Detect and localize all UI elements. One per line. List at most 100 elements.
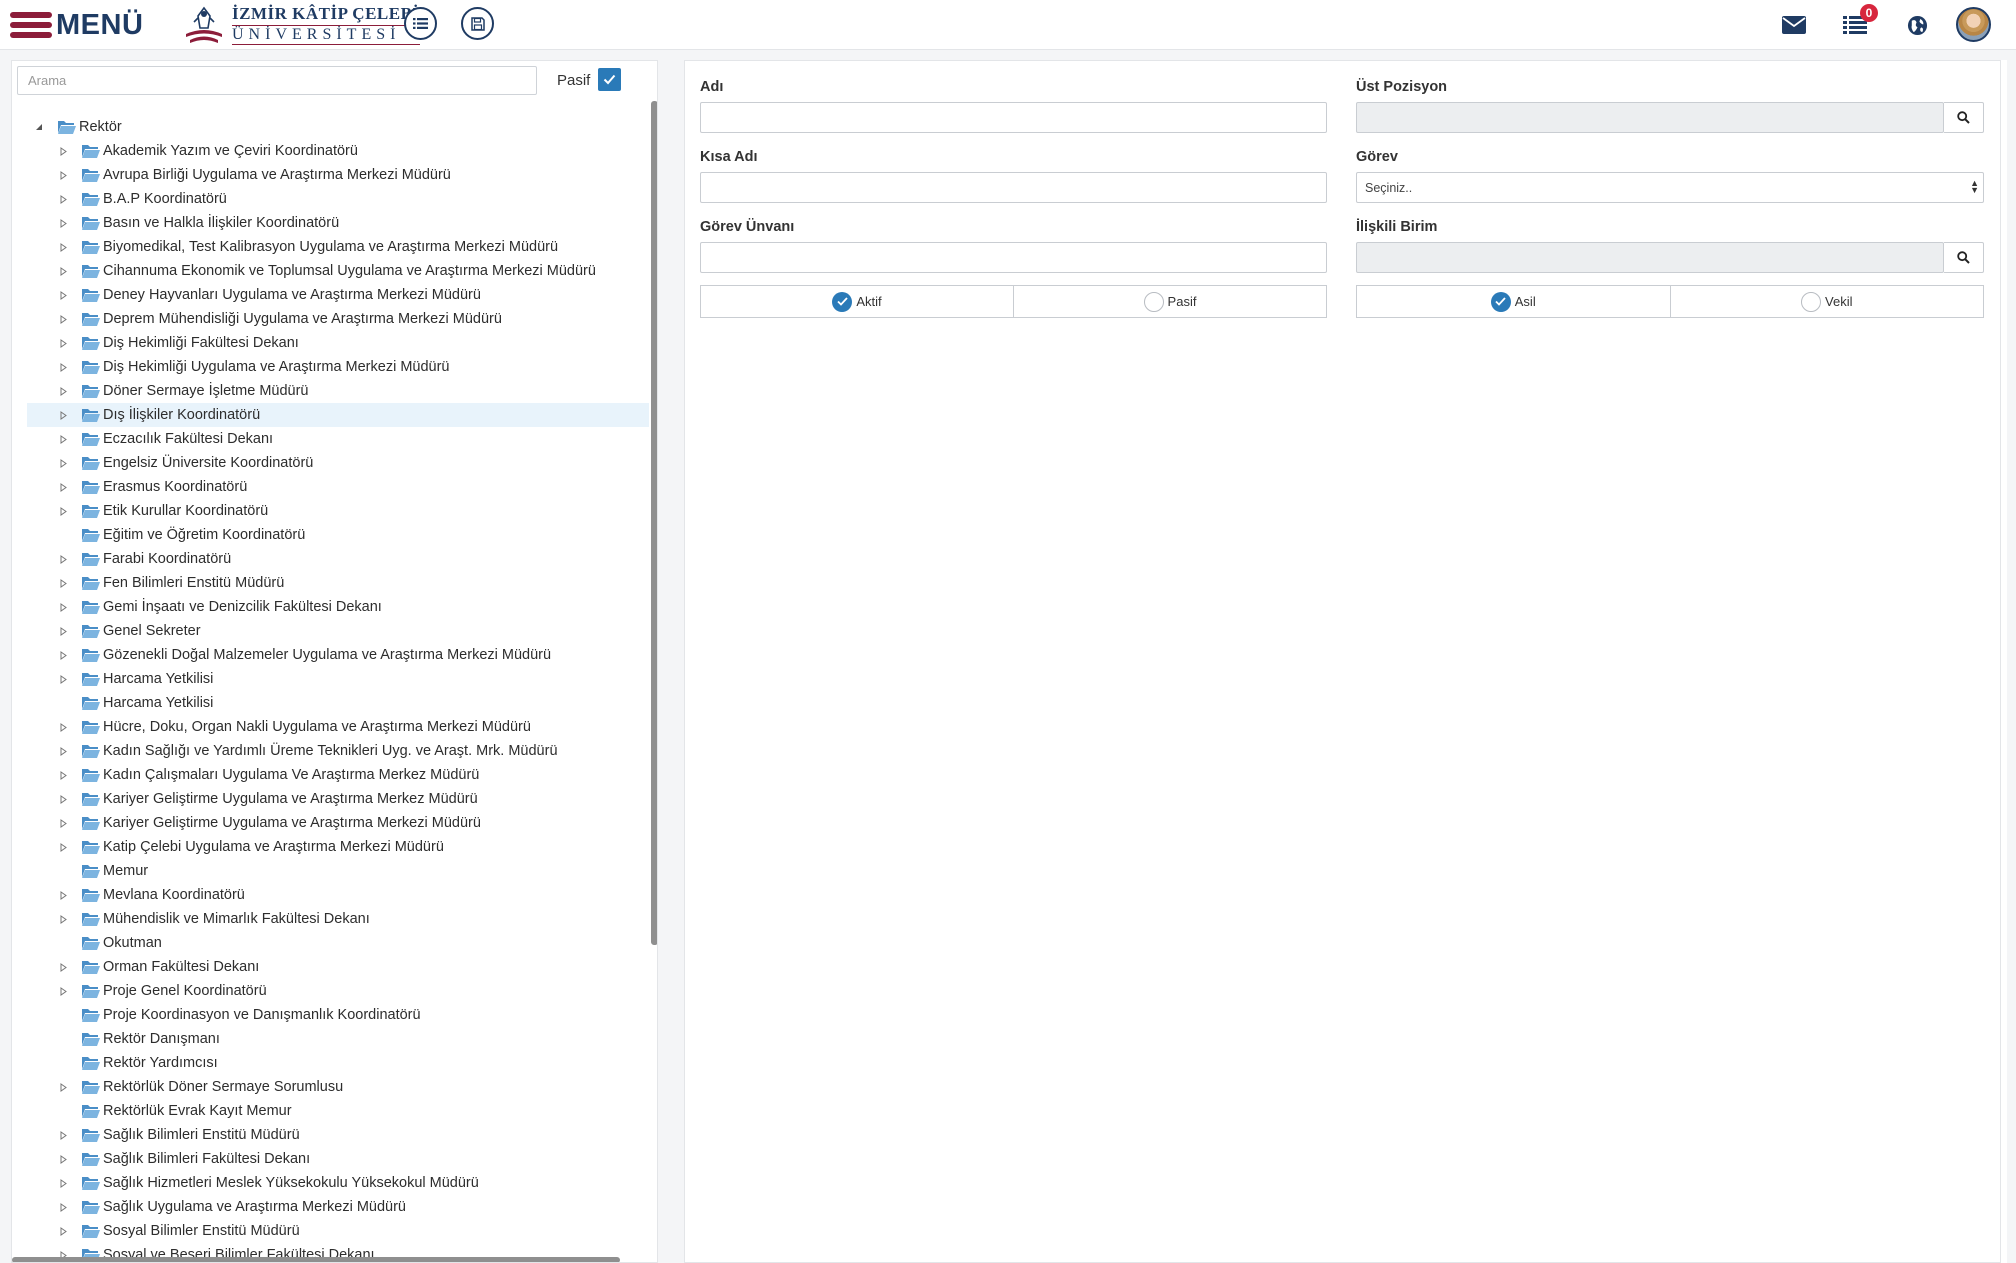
tree-item[interactable]: Mühendislik ve Mimarlık Fakültesi Dekanı	[27, 907, 649, 931]
expand-arrow-icon[interactable]	[58, 434, 68, 444]
save-button[interactable]	[461, 7, 494, 40]
expand-arrow-icon[interactable]	[58, 1154, 68, 1164]
university-logo[interactable]: İZMİR KÂTİP ÇELEBİ ÜNİVERSİTESİ	[180, 4, 420, 46]
tree-item[interactable]: Diş Hekimliği Fakültesi Dekanı	[27, 331, 649, 355]
tree-item[interactable]: Fen Bilimleri Enstitü Müdürü	[27, 571, 649, 595]
menu-button[interactable]: MENÜ	[10, 8, 143, 42]
expand-arrow-icon[interactable]	[58, 1202, 68, 1212]
tree-item[interactable]: Akademik Yazım ve Çeviri Koordinatörü	[27, 139, 649, 163]
tree-item[interactable]: Eczacılık Fakültesi Dekanı	[27, 427, 649, 451]
tree-item[interactable]: Gemi İnşaatı ve Denizcilik Fakültesi Dek…	[27, 595, 649, 619]
tree-item[interactable]: Kadın Sağlığı ve Yardımlı Üreme Teknikle…	[27, 739, 649, 763]
expand-arrow-icon[interactable]	[58, 1178, 68, 1188]
expand-arrow-icon[interactable]	[58, 482, 68, 492]
pasif-filter-checkbox[interactable]	[598, 68, 621, 91]
kisa-adi-input[interactable]	[700, 172, 1327, 203]
iliskili-birim-search-button[interactable]	[1944, 242, 1984, 273]
tree-item[interactable]: Erasmus Koordinatörü	[27, 475, 649, 499]
tree-item[interactable]: Kadın Çalışmaları Uygulama Ve Araştırma …	[27, 763, 649, 787]
tree-item[interactable]: Etik Kurullar Koordinatörü	[27, 499, 649, 523]
expand-arrow-icon[interactable]	[58, 194, 68, 204]
tree-item[interactable]: Döner Sermaye İşletme Müdürü	[27, 379, 649, 403]
tasks-button[interactable]: 0	[1840, 4, 1878, 40]
tree-item[interactable]: Avrupa Birliği Uygulama ve Araştırma Mer…	[27, 163, 649, 187]
tree-item[interactable]: Rektörlük Döner Sermaye Sorumlusu	[27, 1075, 649, 1099]
tree-item[interactable]: Harcama Yetkilisi	[27, 667, 649, 691]
expand-arrow-icon[interactable]	[58, 1082, 68, 1092]
radio-vekil[interactable]: Vekil	[1670, 285, 1984, 318]
expand-arrow-icon[interactable]	[58, 794, 68, 804]
iliskili-birim-input[interactable]	[1356, 242, 1944, 273]
expand-arrow-icon[interactable]	[58, 338, 68, 348]
tree-item[interactable]: Genel Sekreter	[27, 619, 649, 643]
expand-arrow-icon[interactable]	[58, 890, 68, 900]
tree-item[interactable]: Harcama Yetkilisi	[27, 691, 649, 715]
tree-item[interactable]: Kariyer Geliştirme Uygulama ve Araştırma…	[27, 787, 649, 811]
expand-arrow-icon[interactable]	[58, 770, 68, 780]
tree-item[interactable]: Rektörlük Evrak Kayıt Memur	[27, 1099, 649, 1123]
expand-arrow-icon[interactable]	[58, 218, 68, 228]
expand-arrow-icon[interactable]	[58, 290, 68, 300]
tree-item[interactable]: Gözenekli Doğal Malzemeler Uygulama ve A…	[27, 643, 649, 667]
language-button[interactable]	[1902, 10, 1932, 40]
tree-item[interactable]: Sağlık Bilimleri Enstitü Müdürü	[27, 1123, 649, 1147]
expand-arrow-icon[interactable]	[58, 1226, 68, 1236]
tree-item[interactable]: Deprem Mühendisliği Uygulama ve Araştırm…	[27, 307, 649, 331]
expand-arrow-icon[interactable]	[58, 362, 68, 372]
tree-item[interactable]: Biyomedikal, Test Kalibrasyon Uygulama v…	[27, 235, 649, 259]
collapse-arrow-icon[interactable]	[34, 122, 44, 132]
tree-item[interactable]: Eğitim ve Öğretim Koordinatörü	[27, 523, 649, 547]
expand-arrow-icon[interactable]	[58, 386, 68, 396]
tree-item[interactable]: Hücre, Doku, Organ Nakli Uygulama ve Ara…	[27, 715, 649, 739]
tree-item[interactable]: Sosyal Bilimler Enstitü Müdürü	[27, 1219, 649, 1243]
expand-arrow-icon[interactable]	[58, 554, 68, 564]
expand-arrow-icon[interactable]	[58, 674, 68, 684]
tree-item[interactable]: Okutman	[27, 931, 649, 955]
tree-item[interactable]: Proje Koordinasyon ve Danışmanlık Koordi…	[27, 1003, 649, 1027]
expand-arrow-icon[interactable]	[58, 602, 68, 612]
tree-item[interactable]: Rektör Danışmanı	[27, 1027, 649, 1051]
tree-item[interactable]: Cihannuma Ekonomik ve Toplumsal Uygulama…	[27, 259, 649, 283]
expand-arrow-icon[interactable]	[58, 146, 68, 156]
expand-arrow-icon[interactable]	[58, 986, 68, 996]
adi-input[interactable]	[700, 102, 1327, 133]
expand-arrow-icon[interactable]	[58, 410, 68, 420]
ust-pozisyon-search-button[interactable]	[1944, 102, 1984, 133]
tree-horizontal-scrollbar[interactable]	[12, 1257, 620, 1262]
expand-arrow-icon[interactable]	[58, 626, 68, 636]
tree-item[interactable]: Sağlık Uygulama ve Araştırma Merkezi Müd…	[27, 1195, 649, 1219]
ust-pozisyon-input[interactable]	[1356, 102, 1944, 133]
tree-item[interactable]: Dış İlişkiler Koordinatörü	[27, 403, 649, 427]
expand-arrow-icon[interactable]	[58, 458, 68, 468]
radio-asil[interactable]: Asil	[1356, 285, 1671, 318]
radio-aktif[interactable]: Aktif	[700, 285, 1014, 318]
tree-item[interactable]: Sağlık Bilimleri Fakültesi Dekanı	[27, 1147, 649, 1171]
expand-arrow-icon[interactable]	[58, 506, 68, 516]
expand-arrow-icon[interactable]	[58, 1130, 68, 1140]
tree-vertical-scrollbar[interactable]	[651, 101, 657, 945]
tree-search-input[interactable]	[17, 66, 537, 95]
radio-pasif[interactable]: Pasif	[1014, 285, 1327, 318]
tree-item[interactable]: Farabi Koordinatörü	[27, 547, 649, 571]
tree-item[interactable]: Engelsiz Üniversite Koordinatörü	[27, 451, 649, 475]
expand-arrow-icon[interactable]	[58, 314, 68, 324]
tree-item[interactable]: B.A.P Koordinatörü	[27, 187, 649, 211]
user-avatar[interactable]	[1956, 7, 1991, 42]
tree-item[interactable]: Memur	[27, 859, 649, 883]
list-view-button[interactable]	[404, 7, 437, 40]
expand-arrow-icon[interactable]	[58, 818, 68, 828]
tree-item[interactable]: Rektör Yardımcısı	[27, 1051, 649, 1075]
tree-item[interactable]: Proje Genel Koordinatörü	[27, 979, 649, 1003]
expand-arrow-icon[interactable]	[58, 266, 68, 276]
expand-arrow-icon[interactable]	[58, 242, 68, 252]
expand-arrow-icon[interactable]	[58, 962, 68, 972]
gorev-unvani-input[interactable]	[700, 242, 1327, 273]
expand-arrow-icon[interactable]	[58, 842, 68, 852]
tree-item[interactable]: Deney Hayvanları Uygulama ve Araştırma M…	[27, 283, 649, 307]
tree-root[interactable]: Rektör	[27, 115, 649, 139]
tree-item[interactable]: Sağlık Hizmetleri Meslek Yüksekokulu Yük…	[27, 1171, 649, 1195]
tree-item[interactable]: Diş Hekimliği Uygulama ve Araştırma Merk…	[27, 355, 649, 379]
tree-item[interactable]: Katip Çelebi Uygulama ve Araştırma Merke…	[27, 835, 649, 859]
expand-arrow-icon[interactable]	[58, 650, 68, 660]
tree-item[interactable]: Kariyer Geliştirme Uygulama ve Araştırma…	[27, 811, 649, 835]
